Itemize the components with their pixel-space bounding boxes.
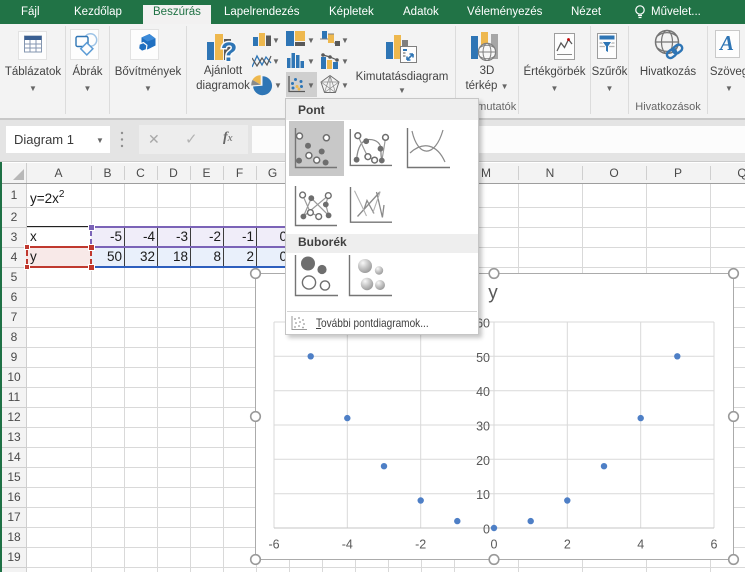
svg-text:4: 4 [637, 538, 644, 552]
svg-text:y: y [488, 283, 498, 304]
svg-text:-2: -2 [415, 538, 426, 552]
svg-text:10: 10 [476, 488, 490, 502]
svg-text:30: 30 [476, 420, 490, 434]
svg-text:0: 0 [491, 538, 498, 552]
svg-text:6: 6 [711, 538, 718, 552]
svg-text:?: ? [221, 37, 238, 65]
svg-text:-6: -6 [268, 538, 279, 552]
svg-text:40: 40 [476, 385, 490, 399]
svg-text:20: 20 [476, 454, 490, 468]
svg-text:2: 2 [564, 538, 571, 552]
svg-text:50: 50 [476, 351, 490, 365]
svg-text:0: 0 [483, 523, 490, 537]
svg-text:-4: -4 [342, 538, 353, 552]
